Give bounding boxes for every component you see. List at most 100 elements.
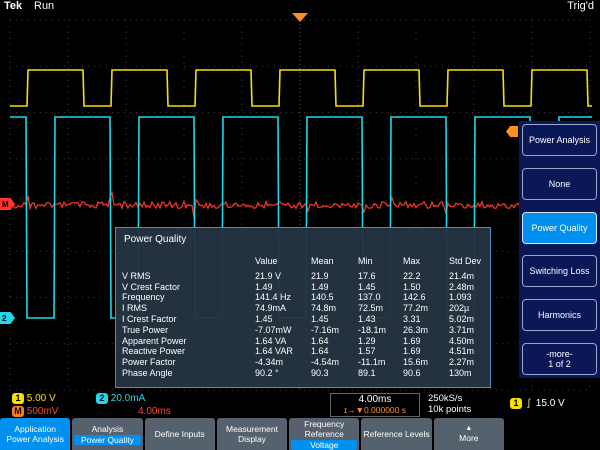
table-row-name: I RMS [122,303,255,314]
table-cell: 21.4m [449,271,490,282]
table-cell: 1.64 VA [255,336,311,347]
acquisition-state: Run [34,0,54,12]
math-timebase: 4.00ms [138,406,171,417]
table-cell: 15.6m [403,357,449,368]
table-cell: 1.43 [358,314,403,325]
table-row-name: I Crest Factor [122,314,255,325]
table-cell: 1.50 [403,282,449,293]
menu-button-label: Reference Levels [361,429,431,439]
menu-button-more[interactable]: ▲ More [434,418,504,450]
table-row-name: Phase Angle [122,368,255,379]
record-length: 10k points [428,404,471,415]
table-cell: 5.02m [449,314,490,325]
table-cell: 4.50m [449,336,490,347]
menu-item-switching-loss[interactable]: Switching Loss [522,255,597,287]
channel-1-readout: 1 5.00 V [12,393,56,404]
menu-item-none[interactable]: None [522,168,597,200]
table-cell: -4.54m [311,357,358,368]
math-scale: 500mV [27,406,59,417]
menu-button-label: More [434,433,504,443]
menu-button-label: Application [0,424,70,434]
table-cell: 90.6 [403,368,449,379]
trigger-slope-icon: ʃ [525,398,533,409]
menu-button-value: Voltage [291,440,357,450]
table-row-name: V RMS [122,271,255,282]
table-cell: 4.51m [449,346,490,357]
channel-2-readout: 2 20.0mA [96,393,145,404]
trigger-level: 15.0 V [536,398,565,409]
trigger-position-readout: ɪ→▼0.000000 s [331,406,419,415]
table-cell: 17.6 [358,271,403,282]
menu-button-value: Power Quality [74,435,140,445]
horizontal-readout: 4.00ms ɪ→▼0.000000 s [330,393,420,417]
table-cell: 90.2 ° [255,368,311,379]
table-cell: 1.45 [311,314,358,325]
menu-item-more-label: -more- [524,349,595,359]
table-cell: 1.45 [358,282,403,293]
menu-button-measurement-display[interactable]: Measurement Display [217,418,287,450]
math-readout: M 500mV [12,406,58,417]
table-cell: 3.31 [403,314,449,325]
table-cell: -18.1m [358,325,403,336]
table-cell: 74.8m [311,303,358,314]
menu-button-analysis[interactable]: Analysis Power Quality [72,418,142,450]
table-cell: 90.3 [311,368,358,379]
table-cell: 2.48m [449,282,490,293]
table-cell: -11.1m [358,357,403,368]
trigger-position-prefix-icon: ɪ→▼ [344,405,364,415]
table-cell: 1.64 [311,346,358,357]
table-cell: 137.0 [358,292,403,303]
table-header-cell: Value [255,256,311,271]
table-cell: -4.34m [255,357,311,368]
table-cell: 89.1 [358,368,403,379]
table-cell: 140.5 [311,292,358,303]
table-cell: -7.16m [311,325,358,336]
table-cell: 142.6 [403,292,449,303]
table-cell: -7.07mW [255,325,311,336]
table-row-name: Frequency [122,292,255,303]
menu-button-label: Frequency Reference [289,419,359,439]
table-cell: 21.9 V [255,271,311,282]
menu-button-label: Define Inputs [145,429,215,439]
menu-button-application[interactable]: Application Power Analysis [0,418,70,450]
table-cell: 1.57 [358,346,403,357]
menu-button-reference-levels[interactable]: Reference Levels [361,418,431,450]
trigger-source-badge: 1 [510,398,522,409]
menu-item-harmonics[interactable]: Harmonics [522,299,597,331]
table-cell: 21.9 [311,271,358,282]
trigger-position-value: 0.000000 s [364,405,406,415]
math-badge: M [12,406,24,417]
table-cell: 1.69 [403,336,449,347]
menu-button-define-inputs[interactable]: Define Inputs [145,418,215,450]
table-header-cell [122,256,255,271]
side-menu-title: Power Analysis [522,124,597,156]
menu-item-power-quality[interactable]: Power Quality [522,212,597,244]
table-title: Power Quality [124,234,484,245]
table-cell: 2.27m [449,357,490,368]
bottom-menu-bar: Application Power Analysis Analysis Powe… [0,418,504,450]
table-cell: 1.64 [311,336,358,347]
power-analysis-menu: Power Analysis None Power Quality Switch… [519,121,600,378]
menu-button-frequency-reference[interactable]: Frequency Reference Voltage [289,418,359,450]
menu-item-more[interactable]: -more- 1 of 2 [522,343,597,375]
table-header-cell: Min [358,256,403,271]
trigger-readout: 1 ʃ 15.0 V [510,398,565,409]
table-row-name: Apparent Power [122,336,255,347]
table-cell: 1.49 [311,282,358,293]
acquisition-readout: 250kS/s 10k points [428,393,471,415]
menu-item-more-page: 1 of 2 [524,359,595,369]
table-cell: 202µ [449,303,490,314]
top-status-bar: Tek Run Trig'd [0,0,600,14]
table-cell: 72.5m [358,303,403,314]
table-row-name: Power Factor [122,357,255,368]
menu-button-label: Measurement Display [217,424,287,444]
oscilloscope-screen: Tek Run Trig'd M 2 Power Quality ValueMe… [0,0,600,450]
table-cell: 22.2 [403,271,449,282]
table-cell: 1.45 [255,314,311,325]
table-header-cell: Max [403,256,449,271]
table-cell: 1.093 [449,292,490,303]
table-cell: 130m [449,368,490,379]
table-cell: 141.4 Hz [255,292,311,303]
brand-label: Tek [4,0,22,12]
table-cell: 77.2m [403,303,449,314]
